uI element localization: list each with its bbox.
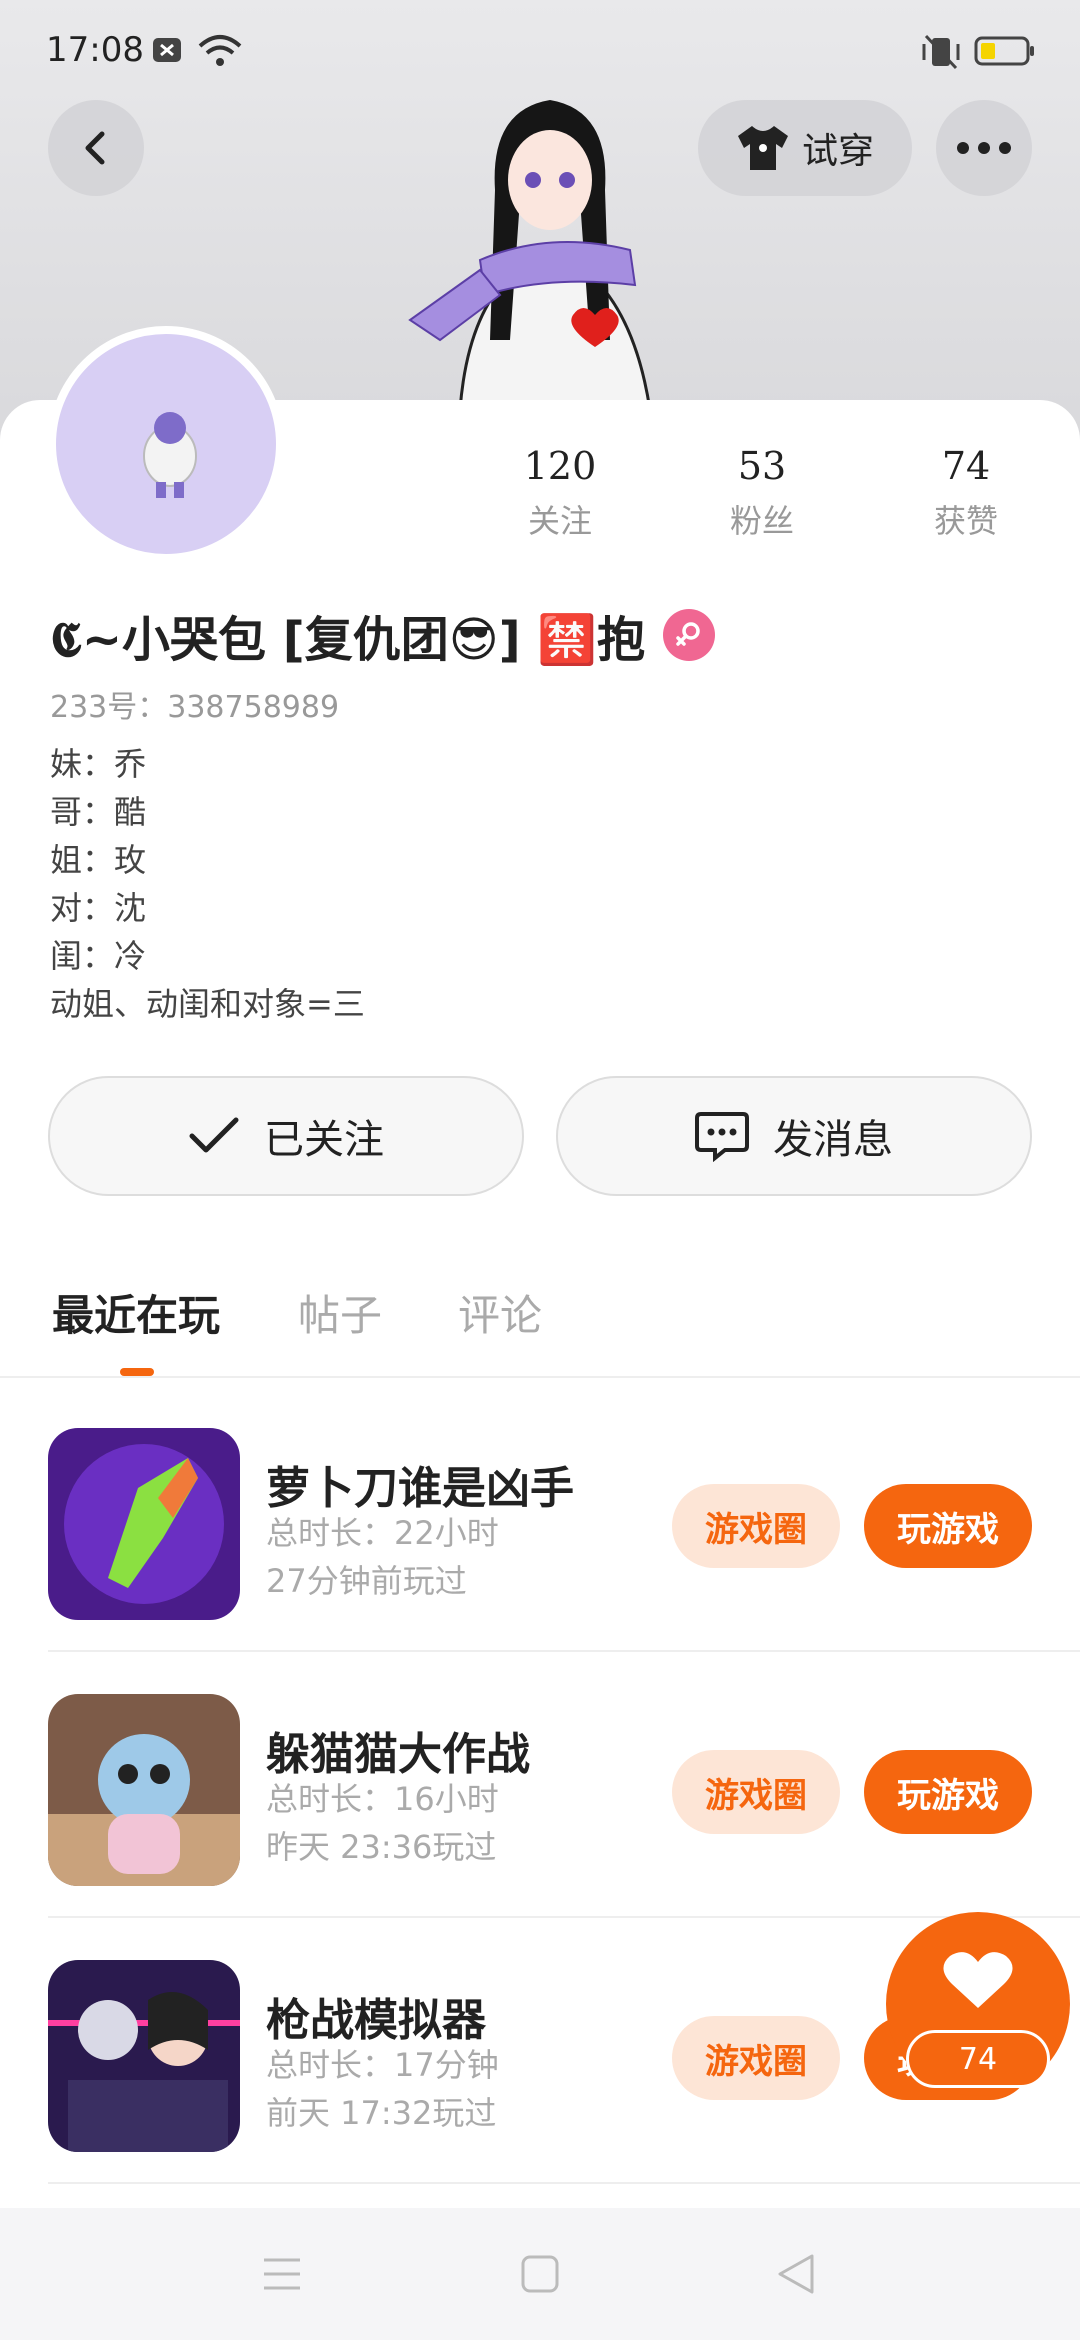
game-last-played: 前天 17:32玩过 (266, 2094, 497, 2132)
stat-value: 53 (737, 444, 787, 488)
profile-bio: 妹：乔 哥：酷 姐：玫 对：沈 闺：冷 动姐、动闺和对象=三 (50, 740, 365, 1028)
game-playtime: 总时长：17分钟 (266, 2046, 499, 2084)
profile-tabs: 最近在玩 帖子 评论 (0, 1270, 1080, 1378)
bio-line: 姐：玫 (50, 841, 147, 879)
character-illustration (408, 100, 652, 410)
play-game-button[interactable]: 玩游戏 (864, 1750, 1032, 1834)
game-last-played: 昨天 23:36玩过 (266, 1828, 497, 1866)
tab-posts[interactable]: 帖子 (298, 1282, 382, 1343)
bio-line: 对：沈 (50, 889, 147, 927)
followed-button[interactable]: 已关注 (48, 1076, 524, 1196)
stat-label: 粉丝 (729, 502, 794, 540)
status-time: 17:08 (46, 30, 144, 70)
try-on-label: 试穿 (801, 131, 874, 172)
chat-bubble-icon (695, 1112, 749, 1162)
followed-label: 已关注 (264, 1117, 384, 1163)
game-last-played: 27分钟前玩过 (266, 1562, 467, 1600)
wifi-icon (198, 35, 242, 66)
checkmark-icon (189, 1117, 239, 1153)
profile-name-row: 𝕮~小哭包 [复仇团😎] 🈲抱 (50, 600, 716, 670)
game-icon (48, 1694, 240, 1886)
profile-name: 𝕮~小哭包 [复仇团😎] 🈲抱 (50, 612, 646, 668)
heart-icon (943, 1952, 1013, 2008)
bio-line: 哥：酷 (50, 793, 147, 831)
like-count: 74 (906, 2030, 1050, 2088)
stat-value: 74 (941, 444, 991, 488)
battery-icon (974, 36, 1034, 66)
female-gender-icon (663, 609, 716, 661)
menu-icon[interactable] (262, 2256, 302, 2292)
game-playtime: 总时长：22小时 (266, 1514, 499, 1552)
system-nav-bar (0, 2208, 1080, 2340)
bio-line: 动姐、动闺和对象=三 (50, 985, 365, 1023)
game-title: 枪战模拟器 (266, 1995, 486, 2046)
try-on-button[interactable]: 试穿 (698, 100, 912, 196)
vibrate-icon (922, 34, 960, 70)
game-circle-button[interactable]: 游戏圈 (672, 1750, 840, 1834)
avatar[interactable] (48, 326, 284, 562)
game-icon (48, 1960, 240, 2152)
list-item[interactable]: 躲猫猫大作战 总时长：16小时 昨天 23:36玩过 游戏圈 玩游戏 (48, 1650, 1080, 1918)
user-id: 233号：338758989 (50, 690, 340, 725)
game-title: 萝卜刀谁是凶手 (266, 1463, 574, 1514)
tab-comments[interactable]: 评论 (458, 1282, 542, 1343)
more-button[interactable] (936, 100, 1032, 196)
stat-following[interactable]: 120 关注 (490, 444, 630, 542)
back-button[interactable] (48, 100, 144, 196)
more-dots-icon (957, 142, 1011, 154)
game-title: 躲猫猫大作战 (266, 1729, 530, 1780)
play-game-button[interactable]: 玩游戏 (864, 1484, 1032, 1568)
back-nav-icon[interactable] (776, 2252, 816, 2296)
list-item[interactable]: 萝卜刀谁是凶手 总时长：22小时 27分钟前玩过 游戏圈 玩游戏 (48, 1384, 1080, 1652)
game-icon (48, 1428, 240, 1620)
stat-label: 获赞 (933, 502, 998, 540)
bio-line: 妹：乔 (50, 745, 147, 783)
avatar-figure (143, 412, 197, 498)
send-message-label: 发消息 (773, 1117, 893, 1163)
status-bar: 17:08 (0, 0, 1080, 100)
notification-icon (153, 38, 181, 62)
game-playtime: 总时长：16小时 (266, 1780, 499, 1818)
home-icon[interactable] (520, 2254, 560, 2294)
game-circle-button[interactable]: 游戏圈 (672, 2016, 840, 2100)
tshirt-icon (737, 126, 788, 170)
stat-likes[interactable]: 74 获赞 (896, 444, 1036, 542)
stat-label: 关注 (527, 502, 592, 540)
bio-line: 闺：冷 (50, 937, 147, 975)
stat-value: 120 (523, 444, 597, 488)
game-circle-button[interactable]: 游戏圈 (672, 1484, 840, 1568)
active-tab-indicator (120, 1368, 154, 1376)
back-arrow-icon (85, 131, 105, 165)
stat-followers[interactable]: 53 粉丝 (692, 444, 832, 542)
tab-recently-played[interactable]: 最近在玩 (52, 1282, 220, 1343)
send-message-button[interactable]: 发消息 (556, 1076, 1032, 1196)
